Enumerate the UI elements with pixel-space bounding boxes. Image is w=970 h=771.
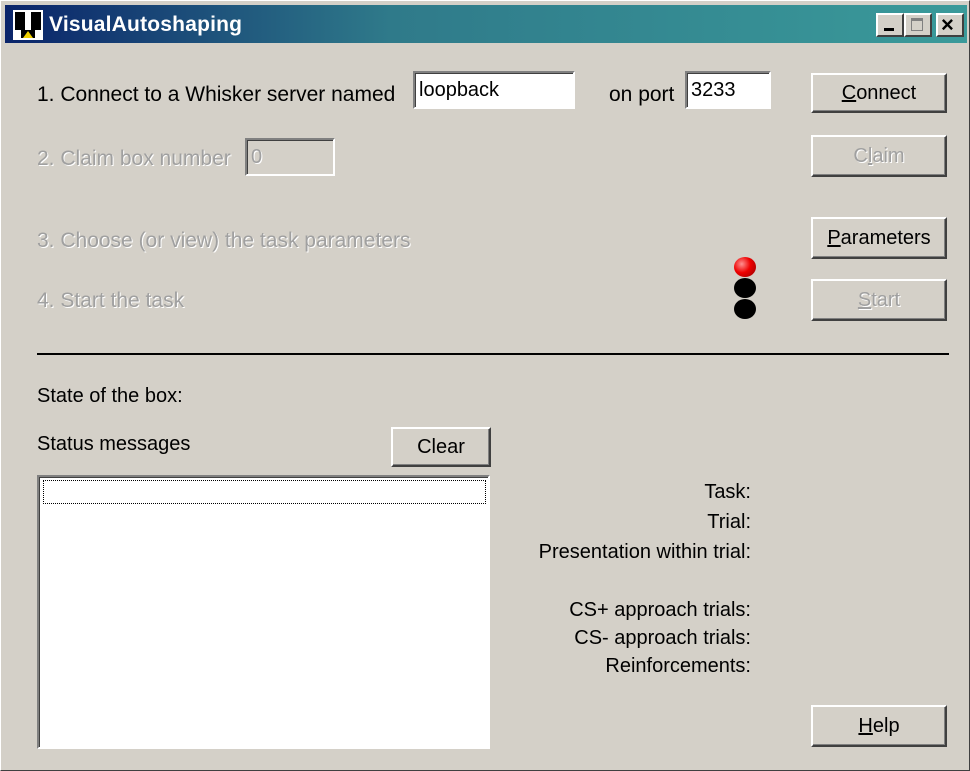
list-focus-row <box>43 480 486 504</box>
claim-button[interactable]: Claim <box>811 135 947 177</box>
state-heading: State of the box: <box>37 385 183 407</box>
start-accel: S <box>857 288 872 311</box>
clear-button[interactable]: Clear <box>391 427 491 467</box>
parameters-button[interactable]: Parameters <box>811 217 947 259</box>
maximize-icon[interactable] <box>904 13 932 37</box>
traffic-light-green-icon <box>734 299 756 319</box>
start-label: tart <box>871 288 901 311</box>
port-label: on port <box>609 83 675 106</box>
connect-accel: C <box>841 81 857 104</box>
cs-plus-label: CS+ approach trials: <box>569 599 751 621</box>
start-button[interactable]: Start <box>811 279 947 321</box>
title-bar[interactable]: VisualAutoshaping × <box>5 5 967 43</box>
connect-label: onnect <box>856 81 917 104</box>
main-window: VisualAutoshaping × 1. Connect to a Whis… <box>0 0 970 771</box>
port-input[interactable] <box>685 71 771 109</box>
step2-label: 2. Claim box number <box>37 147 231 170</box>
reinforcements-label: Reinforcements: <box>605 655 751 677</box>
close-icon[interactable]: × <box>936 12 964 37</box>
clear-label: Clear <box>417 435 465 458</box>
status-messages-label: Status messages <box>37 433 191 455</box>
step3-label: 3. Choose (or view) the task parameters <box>37 229 411 252</box>
trial-label: Trial: <box>707 511 751 533</box>
box-number-input[interactable] <box>245 138 335 176</box>
presentation-label: Presentation within trial: <box>538 541 751 563</box>
whisker-app-icon <box>13 10 43 40</box>
help-accel: H <box>858 714 873 737</box>
parameters-label: arameters <box>840 226 931 249</box>
claim-label: aim <box>872 144 905 167</box>
minimize-icon[interactable] <box>876 13 904 37</box>
help-label: elp <box>872 714 900 737</box>
claim-prefix: C <box>853 144 868 167</box>
step4-label: 4. Start the task <box>37 289 185 312</box>
cs-minus-label: CS- approach trials: <box>574 627 751 649</box>
help-button[interactable]: Help <box>811 705 947 747</box>
server-name-input[interactable] <box>413 71 575 109</box>
task-label: Task: <box>704 481 751 503</box>
connect-button[interactable]: Connect <box>811 73 947 113</box>
parameters-accel: P <box>827 226 841 249</box>
traffic-light-red-icon <box>734 257 756 277</box>
traffic-light-amber-icon <box>734 278 756 298</box>
step1-label: 1. Connect to a Whisker server named <box>37 83 396 106</box>
window-title: VisualAutoshaping <box>49 13 243 36</box>
status-messages-list[interactable] <box>37 475 490 749</box>
separator-line <box>37 353 949 355</box>
